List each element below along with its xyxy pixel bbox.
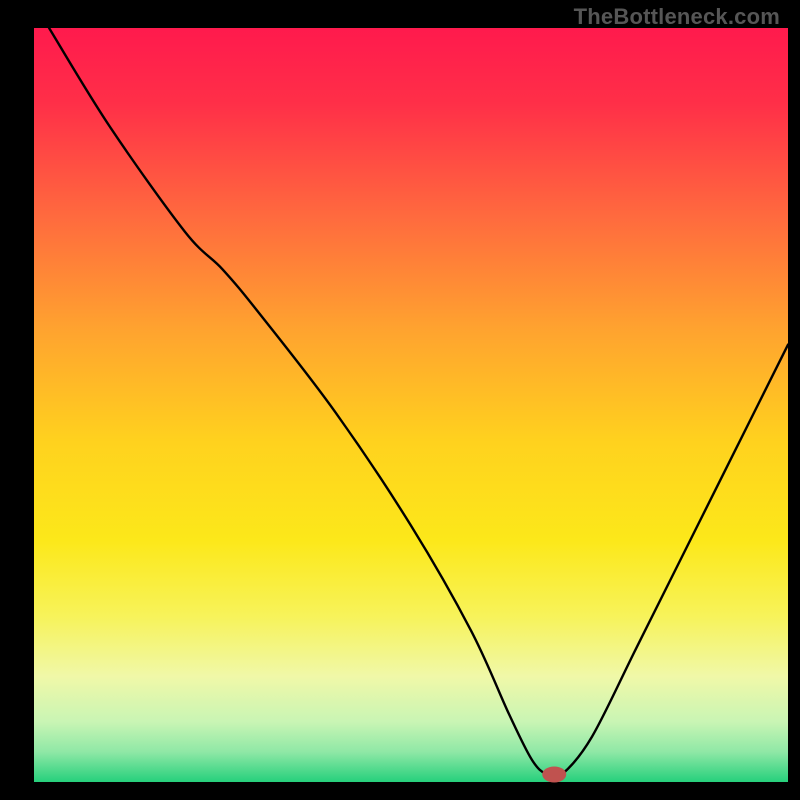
bottleneck-chart: [0, 0, 800, 800]
watermark-text: TheBottleneck.com: [574, 4, 780, 30]
optimal-point-marker: [542, 766, 566, 782]
plot-background: [34, 28, 788, 782]
chart-frame: TheBottleneck.com: [0, 0, 800, 800]
